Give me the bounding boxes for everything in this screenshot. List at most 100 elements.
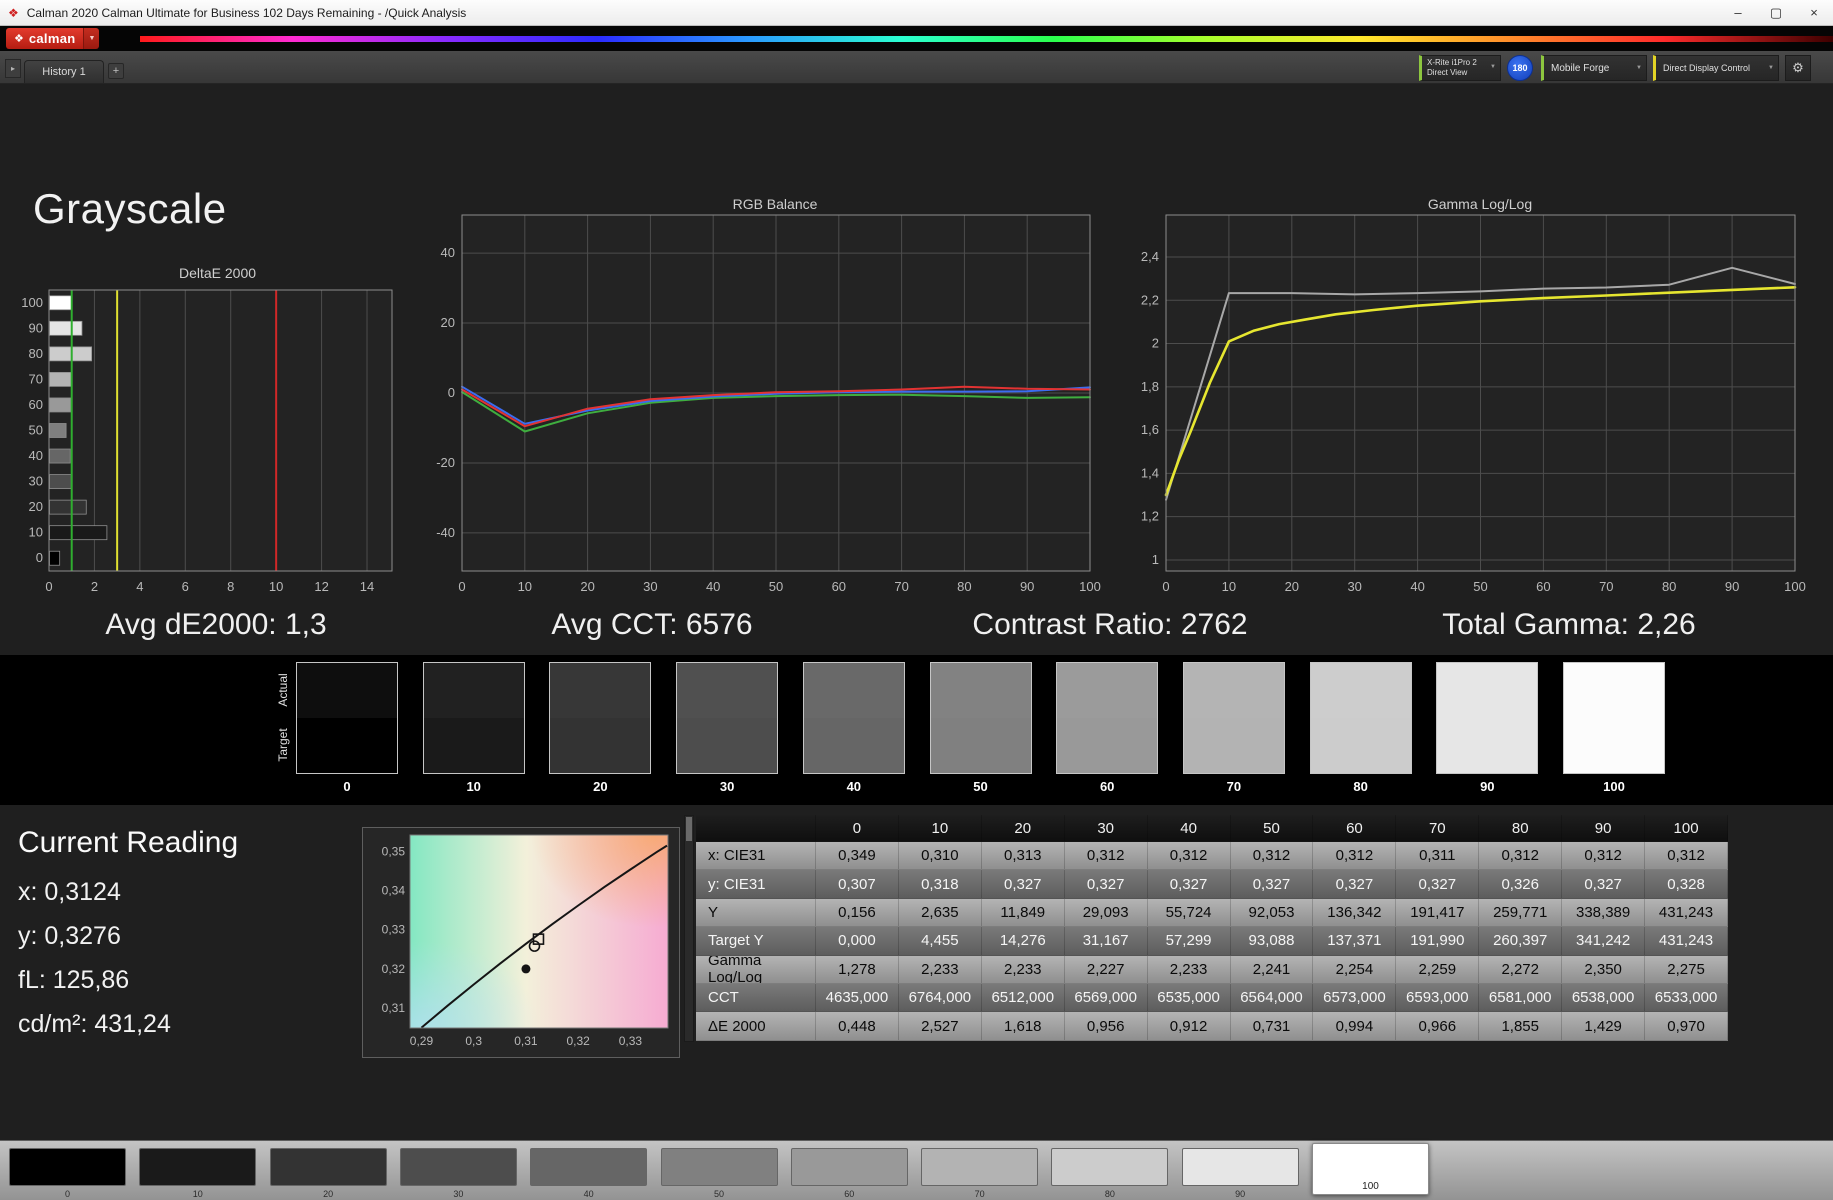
column-header: 50 — [1231, 815, 1314, 841]
workflow-panel-toggle[interactable]: ▸ — [5, 59, 21, 78]
table-cell: 2,275 — [1645, 955, 1728, 983]
pattern-tile-40[interactable]: 40 — [530, 1148, 648, 1199]
meter-select[interactable]: X-Rite i1Pro 2 Direct View ▼ — [1419, 55, 1501, 81]
axis-tick-label: 100 — [1784, 579, 1806, 594]
axis-tick-label: 0,32 — [382, 962, 406, 976]
row-label: Target Y — [696, 927, 816, 955]
table-cell: 0,966 — [1396, 1012, 1480, 1040]
calman-logo[interactable]: ❖ calman ▼ — [6, 28, 100, 49]
table-cell: 341,242 — [1562, 927, 1646, 955]
pattern-tile-30[interactable]: 30 — [399, 1148, 517, 1199]
title-bar: ❖ Calman 2020 Calman Ultimate for Busine… — [0, 0, 1833, 26]
chevron-down-icon: ▼ — [1768, 65, 1774, 71]
target-swatch-half — [930, 718, 1031, 773]
axis-tick-label: 0 — [458, 579, 465, 594]
pattern-tile-0[interactable]: 0 — [9, 1148, 126, 1199]
close-button[interactable]: × — [1795, 0, 1833, 25]
contrast-ratio-stat: Contrast Ratio: 2762 — [972, 608, 1248, 641]
axis-tick-label: 30 — [1347, 579, 1361, 594]
axis-tick-label: 6 — [182, 579, 189, 594]
settings-button[interactable]: ⚙ — [1785, 55, 1811, 81]
meter-status-badge[interactable]: 180 — [1507, 55, 1533, 81]
axis-tick-label: 0,33 — [382, 923, 406, 937]
plus-icon: + — [112, 65, 120, 77]
axis-tick-label: 1 — [1152, 552, 1159, 567]
deltae-bar-70 — [49, 372, 72, 387]
table-cell: 0,312 — [1313, 842, 1397, 870]
add-tab-button[interactable]: + — [108, 63, 124, 79]
axis-tick-label: 1,4 — [1141, 465, 1159, 480]
table-cell: 431,243 — [1645, 898, 1728, 927]
tab-history-1[interactable]: History 1 — [24, 60, 104, 83]
pattern-tile-60[interactable]: 60 — [790, 1148, 908, 1199]
table-scrollbar[interactable] — [684, 815, 694, 1042]
reading-fl: fL: 125,86 — [18, 966, 130, 994]
table-cell: 0,956 — [1065, 1012, 1148, 1040]
table-cell: 1,278 — [816, 955, 899, 983]
minimize-button[interactable]: – — [1719, 0, 1757, 25]
axis-tick-label: 0,31 — [382, 1001, 406, 1015]
table-cell: 0,000 — [816, 927, 899, 955]
minimize-icon: – — [1734, 5, 1742, 20]
row-label: CCT — [696, 983, 816, 1012]
swatch-level-label: 80 — [1353, 779, 1368, 794]
table-cell: 2,233 — [1148, 955, 1231, 983]
table-cell: 0,326 — [1479, 870, 1563, 898]
axis-tick-label: 0,32 — [566, 1034, 590, 1048]
pattern-bar: 0102030405060708090100 ◀◀ ▶ ▶▶ ■ « Back … — [0, 1140, 1833, 1200]
pattern-tile-20[interactable]: 20 — [269, 1148, 387, 1199]
display-control-select[interactable]: Direct Display Control ▼ — [1653, 55, 1779, 81]
actual-row-label: Actual — [276, 673, 290, 707]
corner-cell — [696, 815, 816, 841]
axis-tick-label: 100 — [1079, 579, 1101, 594]
source-name: Mobile Forge — [1551, 62, 1610, 74]
axis-tick-label: 20 — [441, 315, 455, 330]
table-cell: 2,350 — [1562, 955, 1646, 983]
grayscale-swatch-40: 40 — [802, 662, 905, 794]
pattern-tile-90[interactable]: 90 — [1181, 1148, 1299, 1199]
pattern-tile-label: 60 — [844, 1189, 855, 1199]
column-header: 90 — [1562, 815, 1646, 841]
table-cell: 2,233 — [982, 955, 1065, 983]
pattern-tile-label: 30 — [453, 1189, 464, 1199]
actual-swatch-half — [1564, 663, 1664, 718]
table-cell: 1,855 — [1479, 1012, 1563, 1040]
swatch-level-label: 60 — [1099, 779, 1115, 794]
pattern-tile-10[interactable]: 10 — [139, 1148, 257, 1199]
axis-tick-label: 30 — [643, 579, 657, 594]
pattern-tile-label: 80 — [1104, 1189, 1115, 1199]
maximize-button[interactable]: ▢ — [1757, 0, 1795, 25]
deltae-bar-0 — [49, 550, 61, 566]
axis-tick-label: 0 — [36, 550, 43, 565]
pattern-tile-label: 0 — [64, 1189, 70, 1199]
axis-tick-label: 80 — [1662, 579, 1676, 594]
axis-tick-label: 0 — [448, 385, 455, 400]
pattern-tile-80[interactable]: 80 — [1051, 1148, 1169, 1199]
table-cell: 0,312 — [1148, 842, 1231, 870]
pattern-tile-label: 100 — [1362, 1181, 1379, 1192]
axis-tick-label: 14 — [360, 579, 374, 594]
meter-mode: Direct View — [1427, 68, 1468, 78]
pattern-tile-50[interactable]: 50 — [660, 1148, 778, 1199]
table-cell: 0,327 — [1231, 870, 1314, 898]
deltae2000-chart: 0 2 4 6 8 10 12 141009080706050403020100 — [21, 289, 393, 594]
pattern-tile-100[interactable]: 100 — [1312, 1143, 1429, 1195]
axis-tick-label: 1,2 — [1141, 509, 1159, 524]
rgb-balance-chart: 40 20 0 -20 -40 0 10 20 30 40 50 60 70 80 90 100 — [436, 214, 1101, 594]
current-reading-title: Current Reading — [18, 826, 239, 859]
target-swatch-half — [297, 718, 397, 773]
table-cell: 259,771 — [1479, 898, 1563, 927]
axis-tick-label: 1,8 — [1141, 379, 1159, 394]
scrollbar-thumb[interactable] — [686, 817, 692, 841]
calman-diamond-icon: ❖ — [14, 33, 24, 45]
table-cell: 0,349 — [816, 842, 899, 870]
swatch-level-label: 70 — [1226, 779, 1242, 794]
column-header: 60 — [1313, 815, 1397, 841]
pattern-tile-70[interactable]: 70 — [921, 1148, 1039, 1199]
actual-swatch-half — [1310, 663, 1411, 718]
table-cell: 14,276 — [982, 927, 1065, 955]
logo-menu-button[interactable]: ▼ — [83, 28, 100, 49]
source-select[interactable]: Mobile Forge ▼ — [1541, 55, 1647, 81]
actual-swatch-half — [930, 663, 1031, 718]
axis-tick-label: 20 — [580, 579, 594, 594]
